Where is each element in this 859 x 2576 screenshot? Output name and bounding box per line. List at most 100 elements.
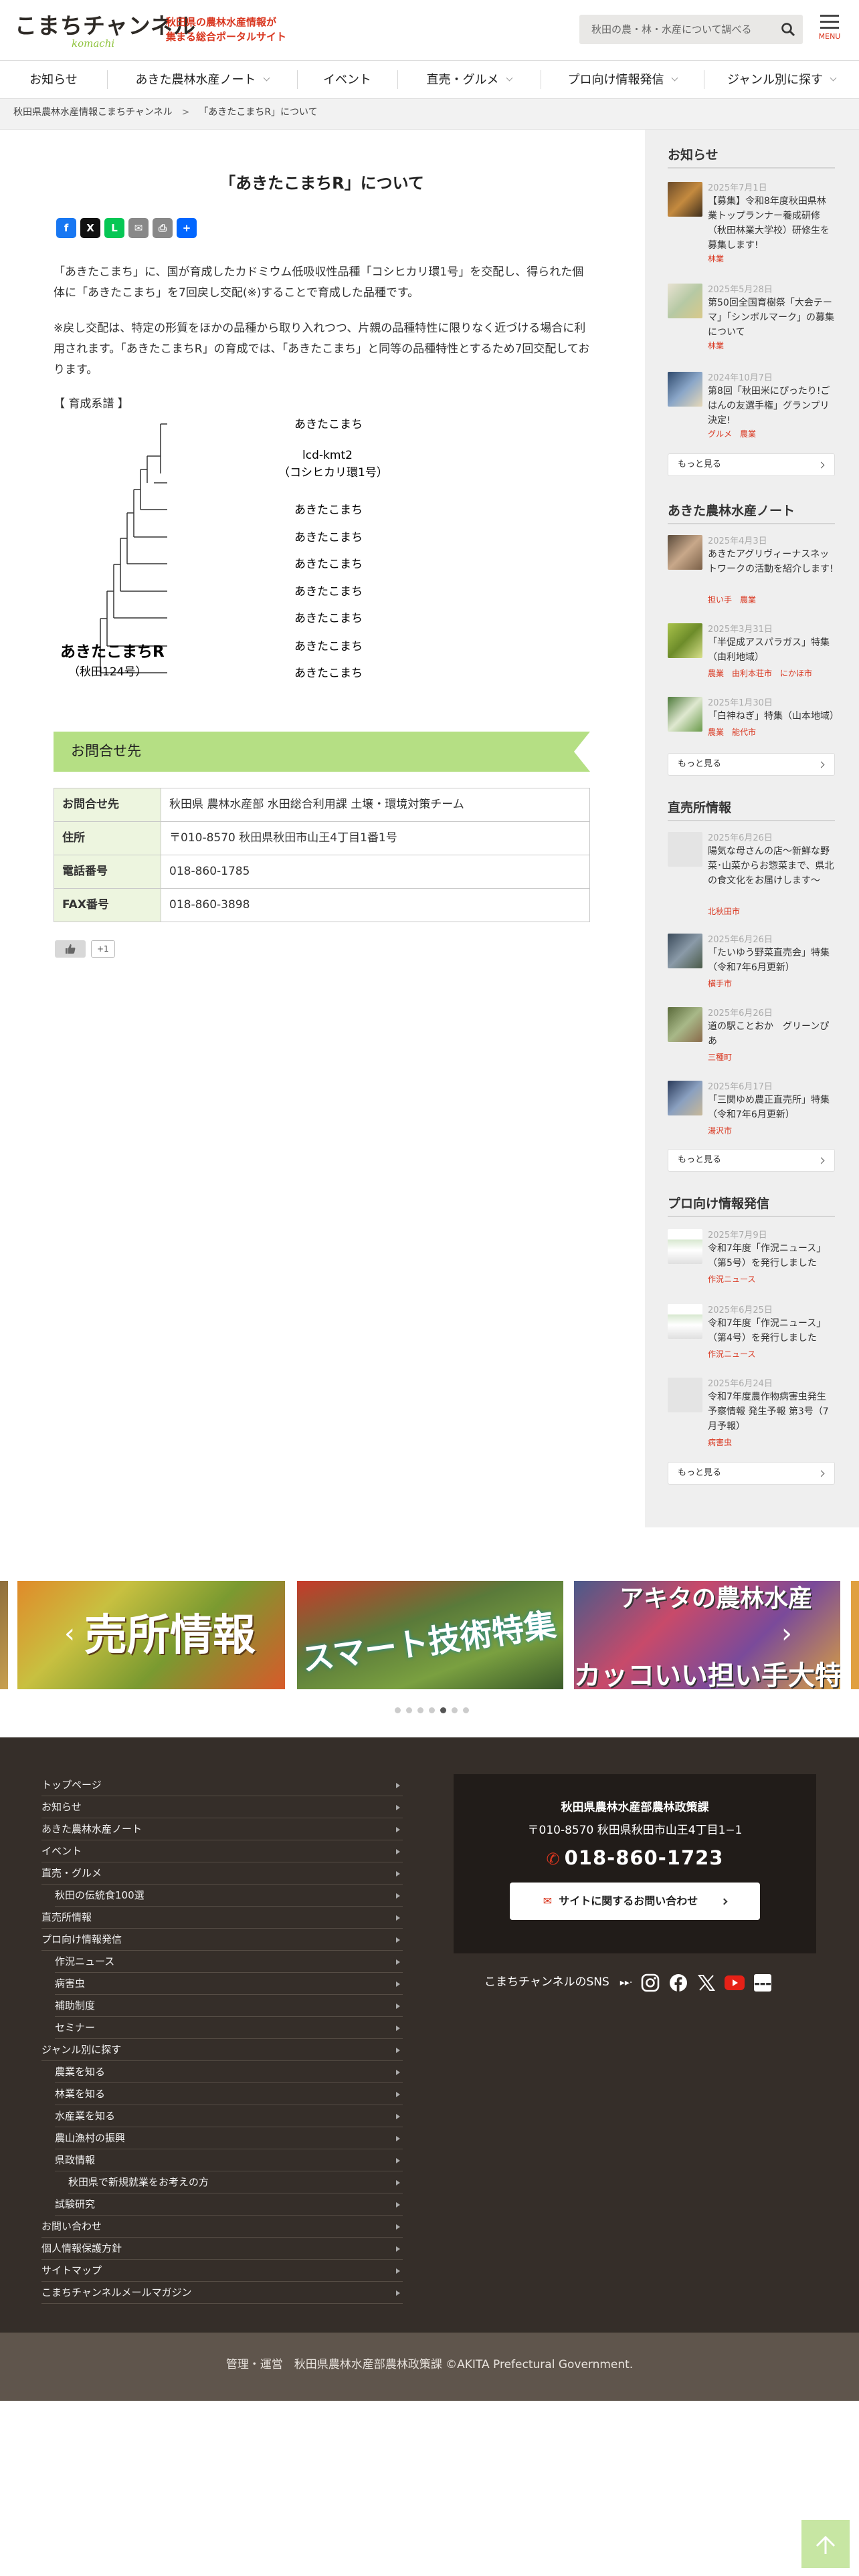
footer-link[interactable]: 林業を知る xyxy=(55,2084,403,2105)
footer-link[interactable]: トップページ xyxy=(41,1775,403,1796)
list-item[interactable]: 2025年6月25日 令和7年度「作況ニュース」（第4号）を発行しました 作況ニ… xyxy=(668,1304,835,1364)
more-share-button[interactable]: + xyxy=(177,218,197,238)
footer-link[interactable]: 秋田県で新規就業をお考えの方 xyxy=(68,2172,403,2193)
site-contact-button[interactable]: ✉ サイトに関するお問い合わせ xyxy=(510,1883,760,1920)
youtube-link[interactable] xyxy=(725,1973,745,1993)
footer-link[interactable]: お知らせ xyxy=(41,1797,403,1818)
footer-link[interactable]: 試験研究 xyxy=(55,2194,403,2216)
facebook-share-button[interactable]: f xyxy=(56,218,76,238)
list-item[interactable]: 2025年4月3日 あきたアグリヴィーナスネットワークの活動を紹介します! 担い… xyxy=(668,535,835,605)
search-button[interactable] xyxy=(773,15,803,44)
item-tag[interactable]: 湯沢市 xyxy=(708,1126,732,1136)
item-tag[interactable]: 林業 xyxy=(708,254,724,263)
x-link[interactable] xyxy=(696,1973,717,1993)
item-tag[interactable]: グルメ xyxy=(708,429,732,439)
list-item[interactable]: 2025年6月17日 「三関ゆめ農正直売所」特集（令和7年6月更新） 湯沢市 xyxy=(668,1081,835,1136)
direct-more-button[interactable]: もっと見る xyxy=(668,1149,835,1172)
footer-link[interactable]: ジャンル別に探す xyxy=(41,2040,403,2061)
item-tags: 農業 能代市 xyxy=(708,726,764,738)
nav-item-note[interactable]: あきた農林水産ノート xyxy=(107,61,297,98)
carousel-prev-button[interactable]: ‹ xyxy=(56,1618,83,1649)
banner-slide[interactable]: アキタの農林水産 カッコいい担い手大特集! xyxy=(574,1581,840,1689)
footer-link[interactable]: 秋田の伝統食100選 xyxy=(55,1885,403,1907)
item-tag[interactable]: 農業 xyxy=(740,595,756,605)
instagram-link[interactable] xyxy=(640,1973,660,1993)
footer-link[interactable]: 水産業を知る xyxy=(55,2106,403,2127)
footer-link[interactable]: サイトマップ xyxy=(41,2260,403,2282)
search-input[interactable] xyxy=(579,15,773,44)
breadcrumb-home[interactable]: 秋田県農林水産情報こまちチャンネル xyxy=(13,107,173,118)
item-tag[interactable]: 作況ニュース xyxy=(708,1350,755,1359)
banner-slide-edge[interactable] xyxy=(0,1581,8,1689)
list-item[interactable]: 2025年6月24日 令和7年度農作物病害虫発生予察情報 発生予報 第3号（7月… xyxy=(668,1378,835,1447)
item-tag[interactable]: 能代市 xyxy=(732,728,756,737)
item-tag[interactable]: にかほ市 xyxy=(780,669,812,678)
banner-slide[interactable]: スマート技術特集 xyxy=(297,1581,563,1689)
facebook-icon: f xyxy=(64,221,69,234)
list-item[interactable]: 2025年1月30日 「白神ねぎ」特集（山本地域） 農業 能代市 xyxy=(668,697,839,750)
footer-phone[interactable]: ✆ 018-860-1723 xyxy=(454,1844,816,1873)
footer-link[interactable]: 農山漁村の振興 xyxy=(55,2128,403,2149)
banner-slide-edge[interactable] xyxy=(851,1581,859,1689)
carousel-dot[interactable] xyxy=(452,1707,458,1713)
carousel-dot[interactable] xyxy=(417,1707,423,1713)
carousel-dot[interactable] xyxy=(395,1707,401,1713)
carousel-dot[interactable] xyxy=(406,1707,412,1713)
carousel-dot[interactable] xyxy=(429,1707,435,1713)
back-to-top-button[interactable] xyxy=(801,2520,850,2568)
item-tag[interactable]: 林業 xyxy=(708,341,724,350)
menu-button[interactable]: MENU xyxy=(815,15,844,48)
notice-more-button[interactable]: もっと見る xyxy=(668,453,835,476)
footer-link[interactable]: イベント xyxy=(41,1841,403,1862)
item-tag[interactable]: 農業 xyxy=(740,429,756,439)
footer-link[interactable]: こまちチャンネルメールマガジン xyxy=(41,2282,403,2304)
line-share-button[interactable]: L xyxy=(104,218,124,238)
item-title: 第50回全国育樹祭「大会テーマ」「シンボルマーク」の募集について xyxy=(708,298,834,338)
item-tag[interactable]: 病害虫 xyxy=(708,1438,732,1447)
footer-link[interactable]: 病害虫 xyxy=(55,1973,403,1995)
item-tag[interactable]: 三種町 xyxy=(708,1053,732,1062)
footer-link[interactable]: 補助制度 xyxy=(55,1996,403,2017)
list-item[interactable]: 2025年7月9日 令和7年度「作況ニュース」（第5号）を発行しました 作況ニュ… xyxy=(668,1229,835,1289)
nav-item-gourmet[interactable]: 直売・グルメ xyxy=(397,61,541,98)
note-more-button[interactable]: もっと見る xyxy=(668,753,835,776)
like-button[interactable] xyxy=(55,940,86,958)
footer-link[interactable]: 県政情報 xyxy=(55,2150,403,2171)
item-tag[interactable]: 農業 xyxy=(708,669,724,678)
nav-item-genre[interactable]: ジャンル別に探す xyxy=(704,61,859,98)
list-item[interactable]: 2025年6月26日 「たいゆう野菜直売会」特集（令和7年6月更新） 横手市 xyxy=(668,934,835,988)
footer-link[interactable]: 作況ニュース xyxy=(55,1951,403,1973)
footer-link[interactable]: 直売所情報 xyxy=(41,1907,403,1929)
list-item[interactable]: 2025年6月26日 陽気な母さんの店～新鮮な野菜･山菜からお惣菜まで、県北の食… xyxy=(668,832,835,916)
footer-link[interactable]: 直売・グルメ xyxy=(41,1863,403,1885)
item-tag[interactable]: 担い手 xyxy=(708,595,732,605)
footer-link[interactable]: プロ向け情報発信 xyxy=(41,1929,403,1951)
item-tag[interactable]: 横手市 xyxy=(708,979,732,988)
nav-item-event[interactable]: イベント xyxy=(297,61,397,98)
item-tag[interactable]: 北秋田市 xyxy=(708,907,740,916)
nav-item-pro[interactable]: プロ向け情報発信 xyxy=(541,61,704,98)
footer-link[interactable]: 農業を知る xyxy=(55,2062,403,2083)
carousel-dot[interactable] xyxy=(463,1707,469,1713)
item-tag[interactable]: 農業 xyxy=(708,728,724,737)
list-item[interactable]: 2025年7月1日 【募集】令和8年度秋田県林業トップランナー養成研修（秋田林業… xyxy=(668,182,835,263)
footer-link[interactable]: あきた農林水産ノート xyxy=(41,1819,403,1840)
note-link[interactable]: ▬▬▬ xyxy=(753,1973,773,1993)
carousel-next-button[interactable]: › xyxy=(773,1618,800,1649)
footer-link[interactable]: 個人情報保護方針 xyxy=(41,2238,403,2260)
list-item[interactable]: 2025年6月26日 道の駅ことおか グリーンぴあ 三種町 xyxy=(668,1007,835,1062)
facebook-link[interactable] xyxy=(668,1973,688,1993)
x-share-button[interactable]: X xyxy=(80,218,100,238)
email-share-button[interactable]: ✉ xyxy=(128,218,149,238)
footer-link[interactable]: セミナー xyxy=(55,2018,403,2039)
carousel-dot-active[interactable] xyxy=(440,1707,446,1713)
item-tag[interactable]: 作況ニュース xyxy=(708,1275,755,1284)
list-item[interactable]: 2024年10月7日 第8回「秋田米にぴったり!ごはんの友選手権」グランプリ決定… xyxy=(668,372,835,439)
footer-link[interactable]: お問い合わせ xyxy=(41,2216,403,2238)
list-item[interactable]: 2025年5月28日 第50回全国育樹祭「大会テーマ」「シンボルマーク」の募集に… xyxy=(668,284,835,350)
nav-item-notice[interactable]: お知らせ xyxy=(0,61,107,98)
list-item[interactable]: 2025年3月31日 「半促成アスパラガス」特集（由利地域） 農業 由利本荘市 にか… xyxy=(668,623,835,678)
print-button[interactable]: ⎙ xyxy=(153,218,173,238)
item-tag[interactable]: 由利本荘市 xyxy=(732,669,772,678)
pro-more-button[interactable]: もっと見る xyxy=(668,1462,835,1485)
